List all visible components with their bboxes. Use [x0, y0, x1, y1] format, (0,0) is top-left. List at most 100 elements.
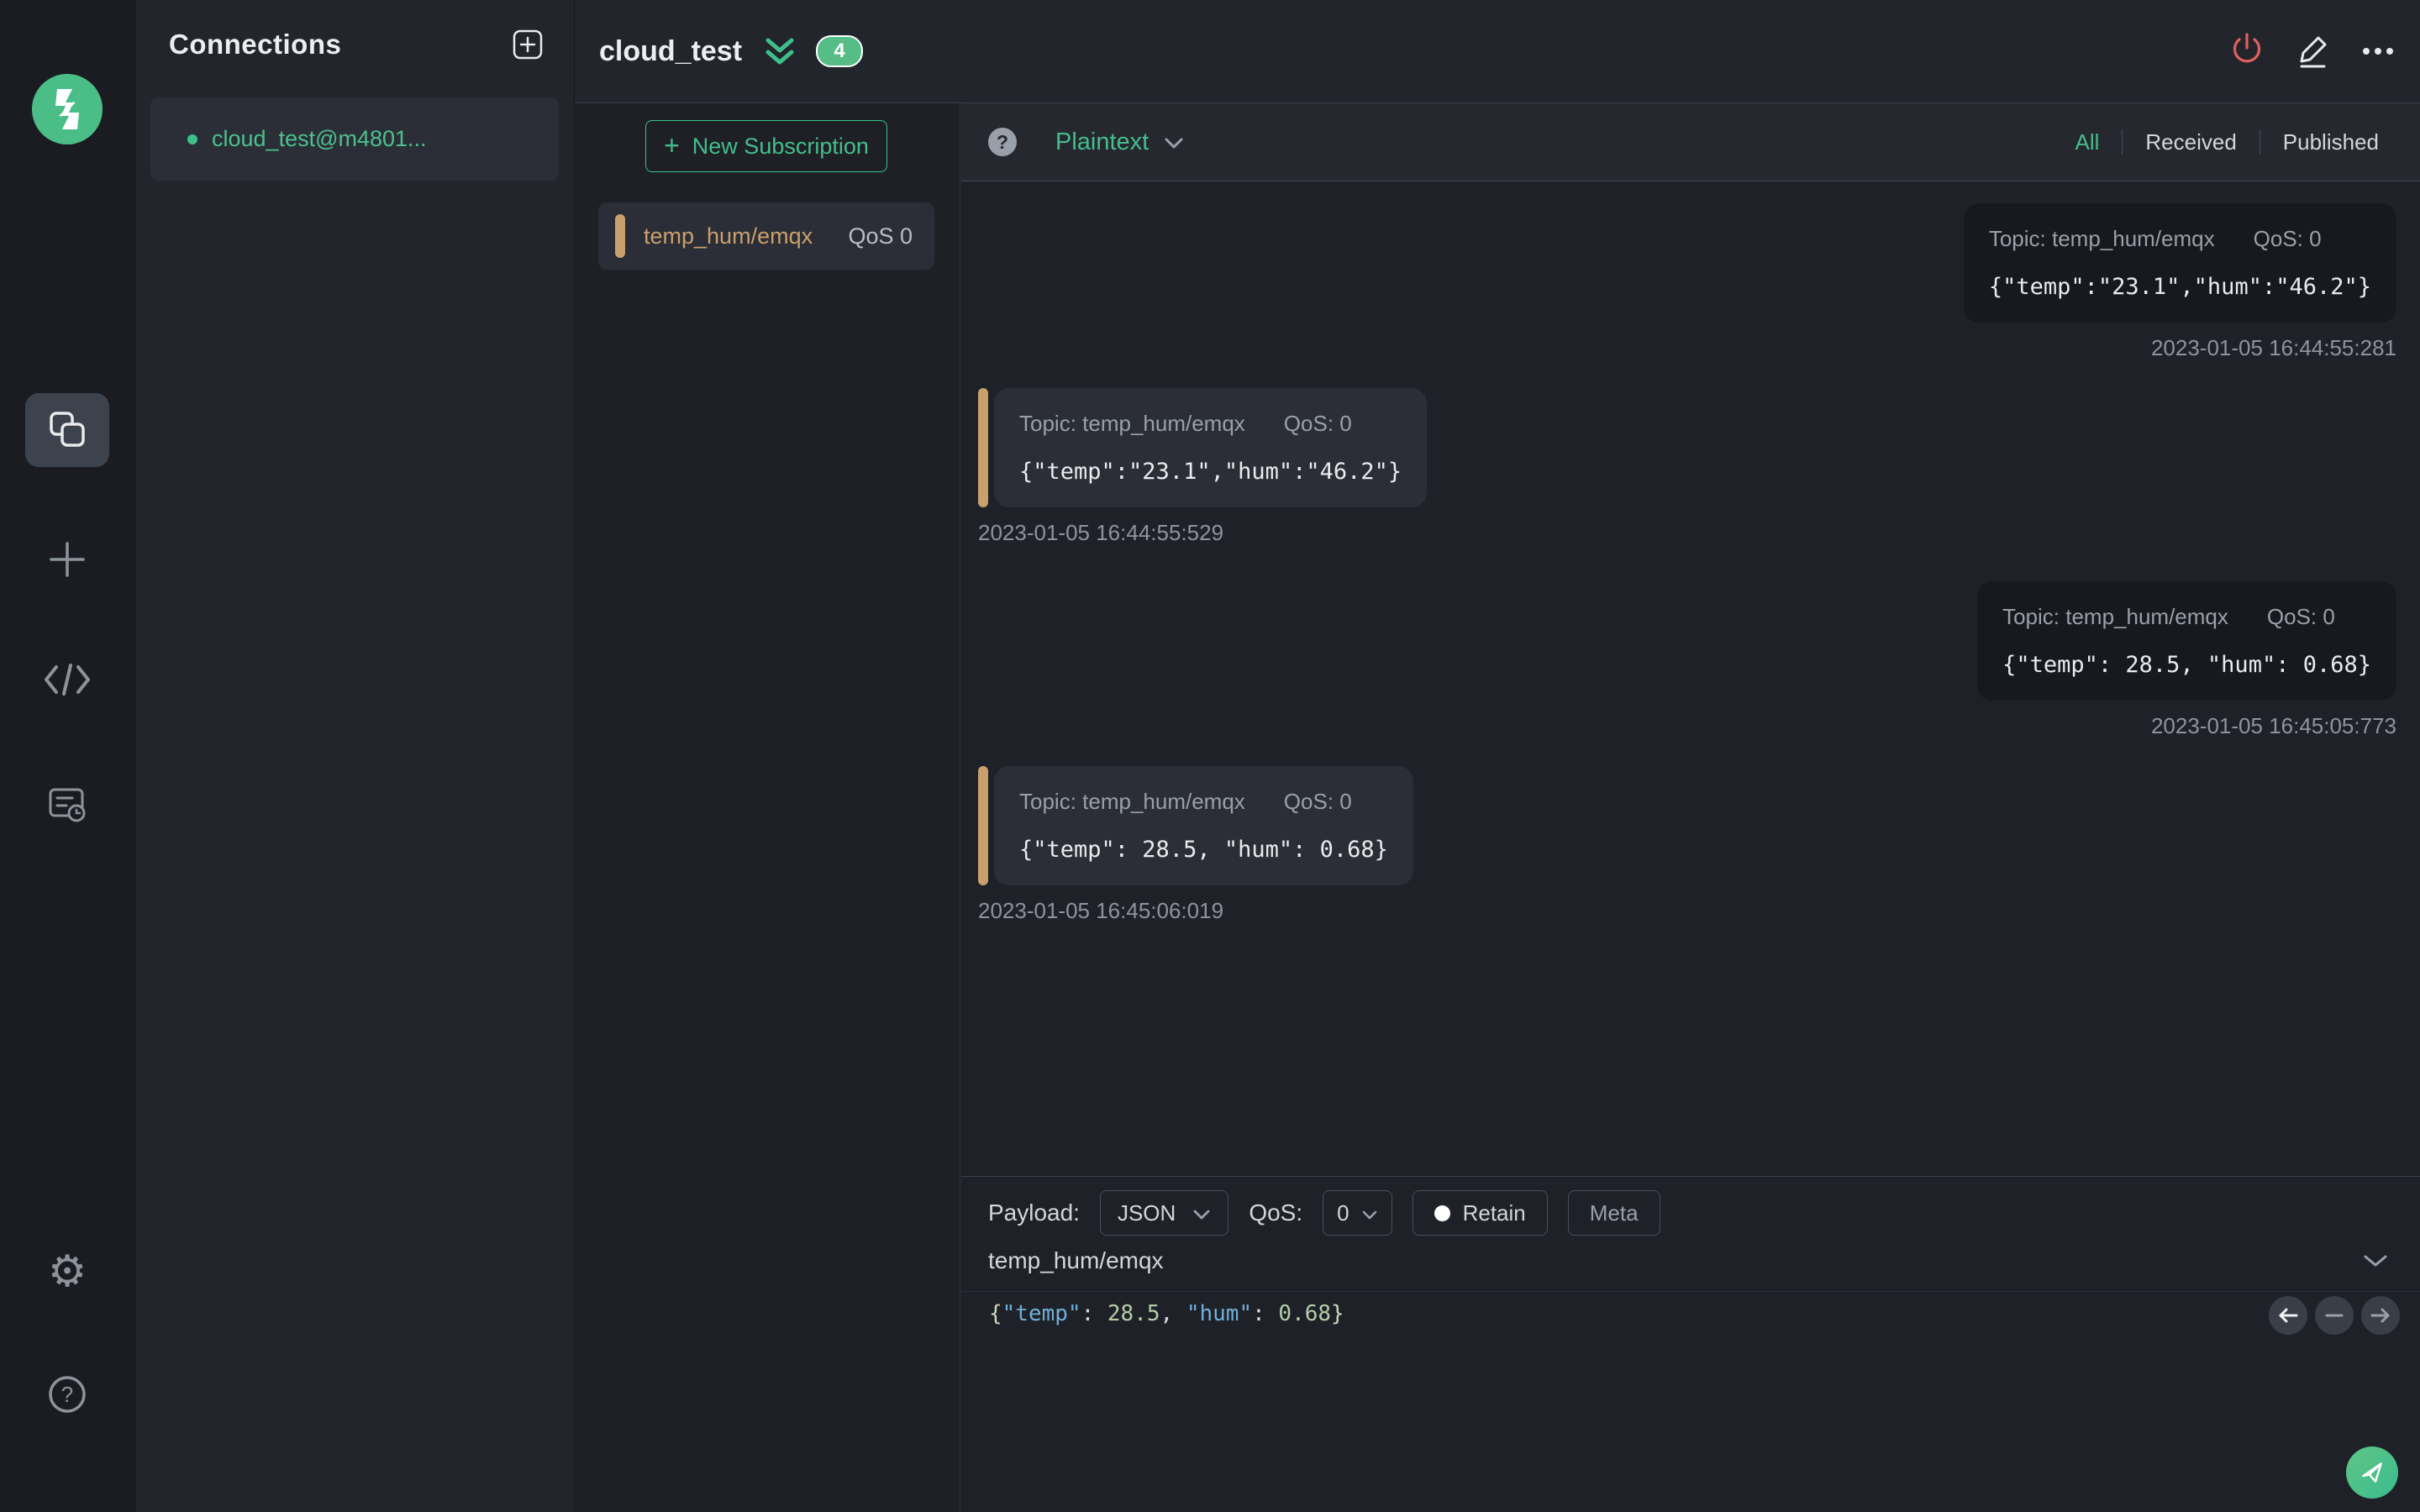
mqttx-logo-icon [32, 74, 103, 144]
filter-received[interactable]: Received [2123, 129, 2259, 155]
retain-toggle[interactable]: Retain [1412, 1190, 1548, 1236]
mqttx-app: ⚙ ? Connections cloud_test@m4801... clou… [0, 0, 2420, 1512]
message-received: Topic: temp_hum/emqx QoS: 0 {"temp":"23.… [1963, 203, 2396, 361]
plus-icon [45, 538, 89, 584]
arrow-right-icon [2370, 1306, 2391, 1325]
message-timestamp: 2023-01-05 16:44:55:281 [2150, 335, 2396, 360]
message-bubble: Topic: temp_hum/emqx QoS: 0 {"temp": 28.… [994, 766, 1413, 885]
history-prev-button[interactable] [2269, 1296, 2307, 1335]
publish-toolbar: Payload: JSON QoS: 0 Retain Meta [988, 1190, 1660, 1236]
message-qos: QoS: 0 [1283, 411, 1352, 436]
message-payload: {"temp": 28.5, "hum": 0.68} [2002, 652, 2371, 678]
message-payload: {"temp":"23.1","hum":"46.2"} [1988, 274, 2371, 300]
connections-icon [45, 407, 89, 454]
payload-label: Payload: [988, 1200, 1080, 1226]
power-icon [2227, 33, 2267, 74]
sidebar-item-script[interactable] [0, 642, 134, 719]
message-filters: All Received Published [2052, 129, 2402, 155]
messages-area: Topic: temp_hum/emqx QoS: 0 {"temp":"23.… [961, 181, 2420, 1176]
send-icon [2357, 1457, 2387, 1488]
retain-dot-icon [1434, 1205, 1450, 1221]
topic-input[interactable]: temp_hum/emqx [988, 1247, 1164, 1274]
message-color-bar [978, 388, 988, 507]
gear-icon: ⚙ [47, 1247, 87, 1297]
message-timestamp: 2023-01-05 16:44:55:529 [978, 520, 1224, 545]
disconnect-button[interactable] [2223, 28, 2270, 75]
qos-select[interactable]: 0 [1323, 1190, 1392, 1236]
collapse-panel-button[interactable] [764, 36, 796, 66]
chevron-down-icon [1164, 129, 1184, 156]
connection-item[interactable]: cloud_test@m4801... [150, 97, 559, 181]
sidebar-item-settings[interactable]: ⚙ [0, 1233, 134, 1310]
subscriptions-panel: + New Subscription temp_hum/emqx QoS 0 [575, 103, 960, 1512]
new-connection-button[interactable] [512, 29, 544, 60]
chevron-down-icon [1361, 1200, 1378, 1226]
collapse-publish-button[interactable] [2360, 1251, 2391, 1272]
subscription-color-bar [615, 214, 625, 258]
payload-format-value: JSON [1117, 1200, 1176, 1226]
message-timestamp: 2023-01-05 16:45:06:019 [978, 898, 1224, 923]
message-timestamp: 2023-01-05 16:45:05:773 [2150, 713, 2396, 738]
new-subscription-label: New Subscription [692, 133, 869, 159]
message-bubble: Topic: temp_hum/emqx QoS: 0 {"temp": 28.… [1977, 581, 2396, 701]
payload-editor[interactable]: {"temp": 28.5, "hum": 0.68} [989, 1301, 1344, 1326]
message-bubble: Topic: temp_hum/emqx QoS: 0 {"temp":"23.… [1963, 203, 2396, 323]
qos-label: QoS: [1249, 1200, 1303, 1226]
message-received: Topic: temp_hum/emqx QoS: 0 {"temp": 28.… [1977, 581, 2396, 739]
arrow-left-icon [2277, 1306, 2299, 1325]
subscription-topic: temp_hum/emqx [644, 223, 813, 249]
connection-title: cloud_test [599, 34, 743, 67]
connection-header-bar: cloud_test 4 [575, 0, 2420, 103]
message-format-select[interactable]: Plaintext [1055, 129, 1184, 156]
header-actions [2223, 28, 2402, 75]
message-format-value: Plaintext [1055, 128, 1150, 155]
log-icon [46, 782, 88, 827]
filter-all[interactable]: All [2052, 129, 2122, 155]
publish-panel: Payload: JSON QoS: 0 Retain Meta temp_hu… [961, 1176, 2420, 1512]
retain-label: Retain [1462, 1200, 1526, 1226]
connections-panel-title: Connections [169, 29, 342, 60]
filter-published[interactable]: Published [2260, 129, 2402, 155]
connection-name: cloud_test@m4801... [212, 126, 427, 151]
message-history-nav [2269, 1296, 2400, 1335]
connections-header: Connections [135, 0, 574, 60]
minus-icon [2323, 1306, 2345, 1325]
subscription-qos: QoS 0 [848, 223, 913, 249]
payload-format-select[interactable]: JSON [1099, 1190, 1229, 1236]
editor-divider [961, 1291, 2420, 1292]
new-subscription-button[interactable]: + New Subscription [645, 120, 887, 172]
message-topic: Topic: temp_hum/emqx [1988, 226, 2215, 251]
sidebar-item-log[interactable] [0, 765, 134, 843]
subscription-count-badge: 4 [816, 35, 864, 67]
sidebar-item-connections[interactable] [25, 393, 109, 467]
sidebar-item-new-connection[interactable] [0, 522, 134, 599]
messages-toolbar: ? Plaintext All Received Published [961, 103, 2420, 181]
message-color-bar [978, 766, 988, 885]
qos-value: 0 [1337, 1200, 1349, 1226]
message-topic: Topic: temp_hum/emqx [2002, 604, 2228, 629]
pencil-icon [2292, 36, 2333, 74]
message-qos: QoS: 0 [2266, 604, 2335, 629]
sidebar-item-help[interactable]: ? [0, 1357, 134, 1434]
message-topic: Topic: temp_hum/emqx [1019, 789, 1245, 814]
edit-connection-button[interactable] [2289, 28, 2336, 75]
subscription-item[interactable]: temp_hum/emqx QoS 0 [598, 202, 934, 270]
publish-topic-row: temp_hum/emqx [988, 1247, 2391, 1274]
more-options-button[interactable] [2354, 28, 2402, 75]
send-button[interactable] [2346, 1446, 2398, 1499]
plus-square-icon [512, 29, 544, 63]
message-published: Topic: temp_hum/emqx QoS: 0 {"temp":"23.… [978, 388, 1428, 546]
message-published: Topic: temp_hum/emqx QoS: 0 {"temp": 28.… [978, 766, 1413, 924]
chevron-down-icon [2363, 1255, 2388, 1271]
history-clear-button[interactable] [2315, 1296, 2354, 1335]
help-icon: ? [46, 1373, 88, 1418]
connections-panel: Connections cloud_test@m4801... [135, 0, 575, 1512]
message-payload: {"temp":"23.1","hum":"46.2"} [1019, 459, 1402, 485]
connection-status-dot [187, 134, 197, 144]
history-next-button[interactable] [2361, 1296, 2400, 1335]
message-payload: {"temp": 28.5, "hum": 0.68} [1019, 837, 1388, 863]
meta-button[interactable]: Meta [1567, 1190, 1660, 1236]
format-help-icon[interactable]: ? [988, 128, 1017, 156]
message-qos: QoS: 0 [2253, 226, 2322, 251]
message-bubble: Topic: temp_hum/emqx QoS: 0 {"temp":"23.… [994, 388, 1428, 507]
